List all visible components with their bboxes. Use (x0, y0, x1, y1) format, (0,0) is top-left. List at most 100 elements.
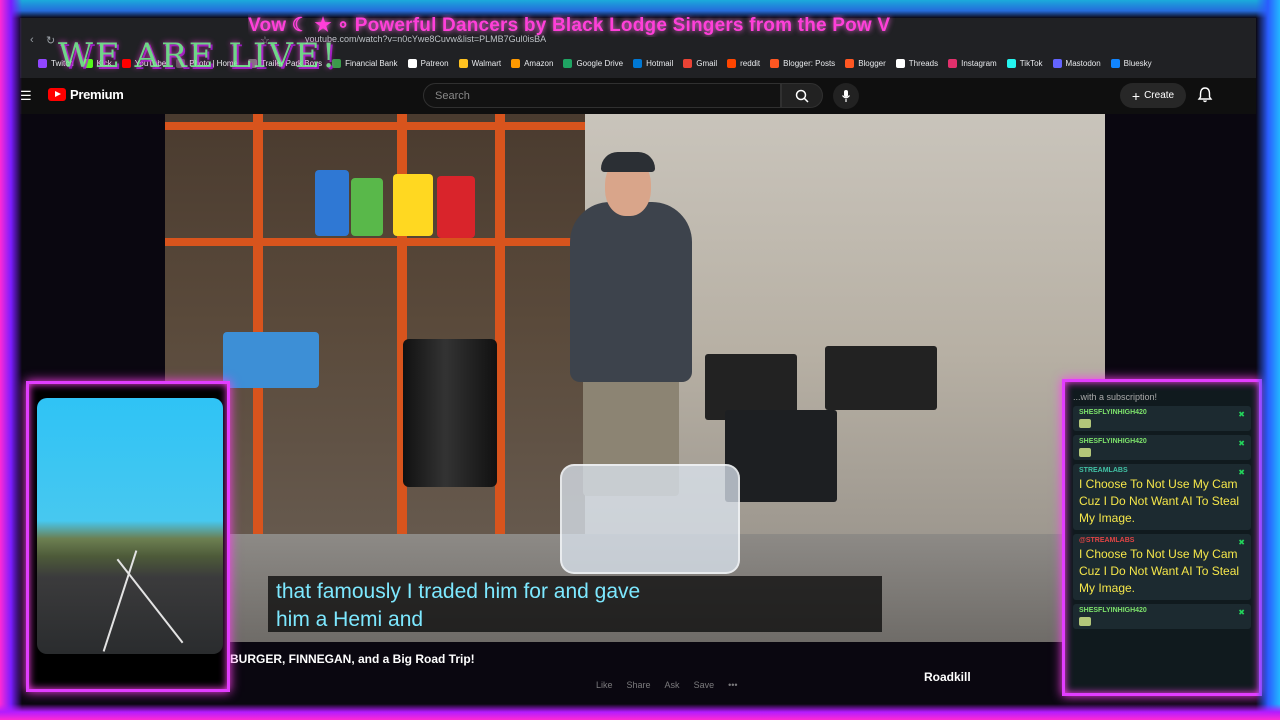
storage-bin (725, 410, 837, 502)
chat-message: SHESFLYINHIGH420 ✖ (1073, 406, 1251, 431)
platform-badge-icon: ✖ (1238, 439, 1245, 448)
dashcam-overlay (26, 381, 230, 692)
chat-username: STREAMLABS (1079, 467, 1128, 474)
bookmark-label: TikTok (1019, 58, 1043, 68)
video-player[interactable] (165, 114, 1105, 642)
green-jug (351, 178, 383, 236)
video-title-row: BURGER, FINNEGAN, and a Big Road Trip! (230, 650, 910, 672)
red-jug (437, 176, 475, 238)
create-label: Create (1144, 90, 1175, 101)
plus-icon: + (1131, 87, 1141, 104)
search-icon (795, 89, 809, 103)
bookmark-item[interactable]: Threads (895, 58, 939, 68)
bookmark-favicon-icon (38, 58, 47, 68)
water-bottle-pack (560, 464, 740, 574)
bookmark-favicon-icon (770, 58, 780, 68)
search-button[interactable] (781, 83, 823, 108)
bookmark-item[interactable]: Mastodon (1052, 58, 1101, 68)
emote-icon (1079, 617, 1091, 626)
bookmark-item[interactable]: Amazon (511, 58, 554, 68)
bookmark-label: Patreon (420, 58, 449, 68)
blue-jug (315, 170, 349, 236)
microphone-icon (842, 90, 850, 102)
bookmark-favicon-icon (845, 58, 855, 68)
bookmark-label: Amazon (524, 58, 554, 68)
bookmark-item[interactable]: TikTok (1006, 58, 1043, 68)
youtube-logo[interactable]: Premium (48, 87, 124, 102)
bookmark-item[interactable]: Google Drive (563, 58, 624, 68)
platform-badge-icon: ✖ (1238, 410, 1245, 419)
search-input[interactable]: Search (423, 83, 781, 108)
chat-username: @STREAMLABS (1079, 537, 1135, 544)
chat-message: @STREAMLABS ✖ I Choose To Not Use My Cam C… (1073, 534, 1251, 600)
bookmark-item[interactable]: Financial Bank (332, 58, 398, 68)
bookmark-label: Threads (908, 58, 939, 68)
yellow-jug (393, 174, 433, 236)
platform-badge-icon: ✖ (1238, 538, 1245, 547)
more-icon[interactable]: ••• (728, 680, 737, 690)
shelf-post (253, 114, 263, 534)
share-button[interactable]: Share (627, 680, 651, 690)
chat-username: SHESFLYINHIGH420 (1079, 438, 1147, 445)
create-button[interactable]: + Create (1120, 83, 1186, 108)
road-line (116, 558, 184, 644)
emote-icon (1079, 448, 1091, 457)
bookmark-item[interactable]: reddit (727, 58, 761, 68)
black-barrel (403, 339, 497, 487)
chat-text: I Choose To Not Use My Cam Cuz I Do Not … (1079, 477, 1240, 525)
caption-line-1: that famously I traded him for and gave (276, 580, 641, 603)
chat-text: I Choose To Not Use My Cam Cuz I Do Not … (1079, 547, 1240, 595)
reload-icon[interactable]: ↻ (46, 34, 55, 47)
chat-overlay: ...with a subscription! SHESFLYINHIGH420… (1062, 379, 1262, 696)
bookmark-item[interactable]: Hotmail (633, 58, 674, 68)
bookmark-label: Walmart (471, 58, 502, 68)
bookmark-item[interactable]: Gmail (683, 58, 717, 68)
like-button[interactable]: Like (596, 680, 613, 690)
chat-message: SHESFLYINHIGH420 ✖ (1073, 604, 1251, 629)
bookmark-favicon-icon (1052, 58, 1062, 68)
save-button[interactable]: Save (694, 680, 715, 690)
bookmark-label: Mastodon (1065, 58, 1101, 68)
chat-header: ...with a subscription! (1073, 392, 1158, 402)
chat-message: STREAMLABS ✖ I Choose To Not Use My Cam Cu… (1073, 464, 1251, 530)
video-title: BURGER, FINNEGAN, and a Big Road Trip! (230, 652, 475, 666)
bookmark-favicon-icon (1110, 58, 1120, 68)
brand-label: Premium (70, 87, 124, 102)
bookmark-label: Google Drive (576, 58, 624, 68)
dashcam-view (37, 398, 223, 654)
platform-badge-icon: ✖ (1238, 608, 1245, 617)
person-cap (601, 152, 655, 172)
bookmark-item[interactable]: Patreon (407, 58, 449, 68)
bookmark-favicon-icon (407, 58, 417, 68)
youtube-play-icon (48, 88, 66, 101)
bookmark-favicon-icon (1006, 58, 1016, 68)
bookmark-label: Bluesky (1123, 58, 1152, 68)
bookmark-label: Instagram (961, 58, 997, 68)
bookmark-favicon-icon (633, 58, 643, 68)
bookmark-label: Blogger: Posts (783, 58, 836, 68)
bookmark-favicon-icon (895, 58, 905, 68)
notifications-bell-icon[interactable] (1196, 86, 1214, 104)
chat-message-list: SHESFLYINHIGH420 ✖ SHESFLYINHIGH420 ✖ STREAM… (1073, 406, 1251, 629)
bookmark-favicon-icon (458, 58, 468, 68)
scrolling-ticker: Vow ☾ ★ ∘ Powerful Dancers by Black Lodg… (248, 15, 891, 36)
bookmark-item[interactable]: Instagram (948, 58, 997, 68)
ask-button[interactable]: Ask (665, 680, 680, 690)
back-icon[interactable]: ‹ (30, 34, 34, 46)
storage-bin (825, 346, 937, 410)
bookmark-label: reddit (740, 58, 761, 68)
bookmark-item[interactable]: Blogger (845, 58, 886, 68)
voice-search-button[interactable] (833, 83, 859, 109)
bookmark-label: Hotmail (646, 58, 674, 68)
bookmark-item[interactable]: Bluesky (1110, 58, 1152, 68)
bookmark-item[interactable]: Blogger: Posts (770, 58, 836, 68)
frame-left (0, 0, 22, 720)
bookmark-favicon-icon (948, 58, 958, 68)
bookmark-label: Blogger (858, 58, 886, 68)
bookmark-favicon-icon (563, 58, 573, 68)
menu-icon[interactable]: ☰ (20, 88, 32, 104)
bookmark-favicon-icon (511, 58, 521, 68)
bookmark-item[interactable]: Walmart (458, 58, 502, 68)
channel-name[interactable]: Roadkill (924, 670, 971, 684)
chat-message: SHESFLYINHIGH420 ✖ (1073, 435, 1251, 460)
